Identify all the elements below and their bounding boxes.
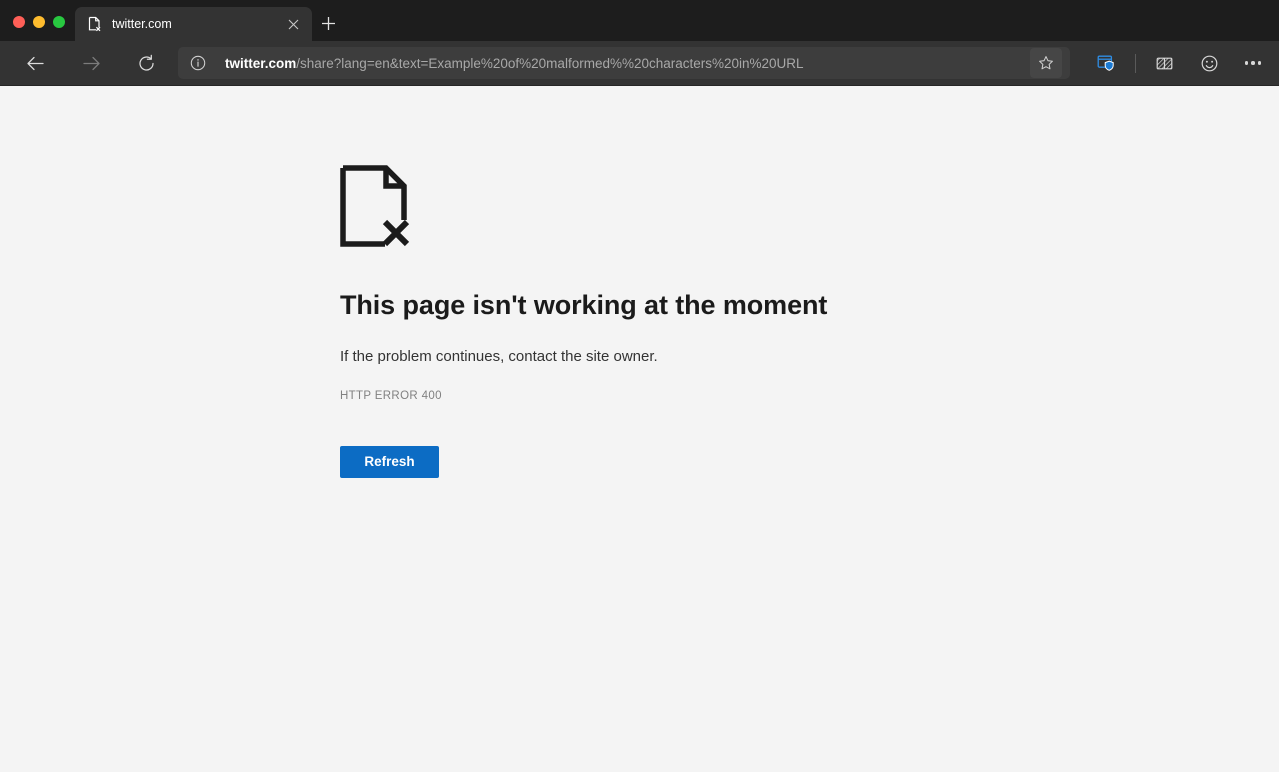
- page-content: This page isn't working at the moment If…: [0, 86, 1279, 772]
- broken-document-icon: [340, 165, 410, 247]
- error-subtitle: If the problem continues, contact the si…: [340, 348, 1040, 365]
- broken-document-icon: [87, 16, 103, 32]
- back-button[interactable]: [18, 46, 52, 80]
- url-path: /share?lang=en&text=Example%20of%20malfo…: [296, 56, 803, 71]
- close-icon[interactable]: [285, 16, 302, 33]
- url-text[interactable]: twitter.com/share?lang=en&text=Example%2…: [225, 56, 1026, 71]
- split-screen-icon[interactable]: [1147, 46, 1181, 80]
- refresh-button[interactable]: Refresh: [340, 446, 439, 478]
- browser-toolbar: twitter.com/share?lang=en&text=Example%2…: [0, 41, 1279, 86]
- error-code: HTTP ERROR 400: [340, 390, 1040, 402]
- toolbar-divider: [1135, 54, 1136, 73]
- window-controls: [0, 16, 75, 41]
- title-bar: twitter.com: [0, 0, 1279, 41]
- error-title: This page isn't working at the moment: [340, 290, 1040, 321]
- favorite-star-icon[interactable]: [1030, 48, 1062, 78]
- tab-twitter[interactable]: twitter.com: [75, 7, 312, 41]
- forward-button[interactable]: [74, 46, 108, 80]
- browser-essentials-icon[interactable]: [1089, 46, 1123, 80]
- address-bar[interactable]: twitter.com/share?lang=en&text=Example%2…: [178, 47, 1070, 79]
- tab-title: twitter.com: [112, 17, 276, 31]
- feedback-smiley-icon[interactable]: [1192, 46, 1226, 80]
- reload-button[interactable]: [129, 46, 163, 80]
- tab-strip: twitter.com: [75, 0, 343, 41]
- maximize-window-button[interactable]: [53, 16, 65, 28]
- settings-and-more-icon[interactable]: [1236, 46, 1270, 80]
- close-window-button[interactable]: [13, 16, 25, 28]
- three-dots-icon: [1245, 61, 1262, 65]
- url-host: twitter.com: [225, 56, 296, 71]
- info-circle-icon[interactable]: [188, 53, 208, 73]
- browser-window: twitter.com: [0, 0, 1279, 772]
- error-page: This page isn't working at the moment If…: [340, 165, 1040, 478]
- minimize-window-button[interactable]: [33, 16, 45, 28]
- new-tab-button[interactable]: [314, 9, 343, 38]
